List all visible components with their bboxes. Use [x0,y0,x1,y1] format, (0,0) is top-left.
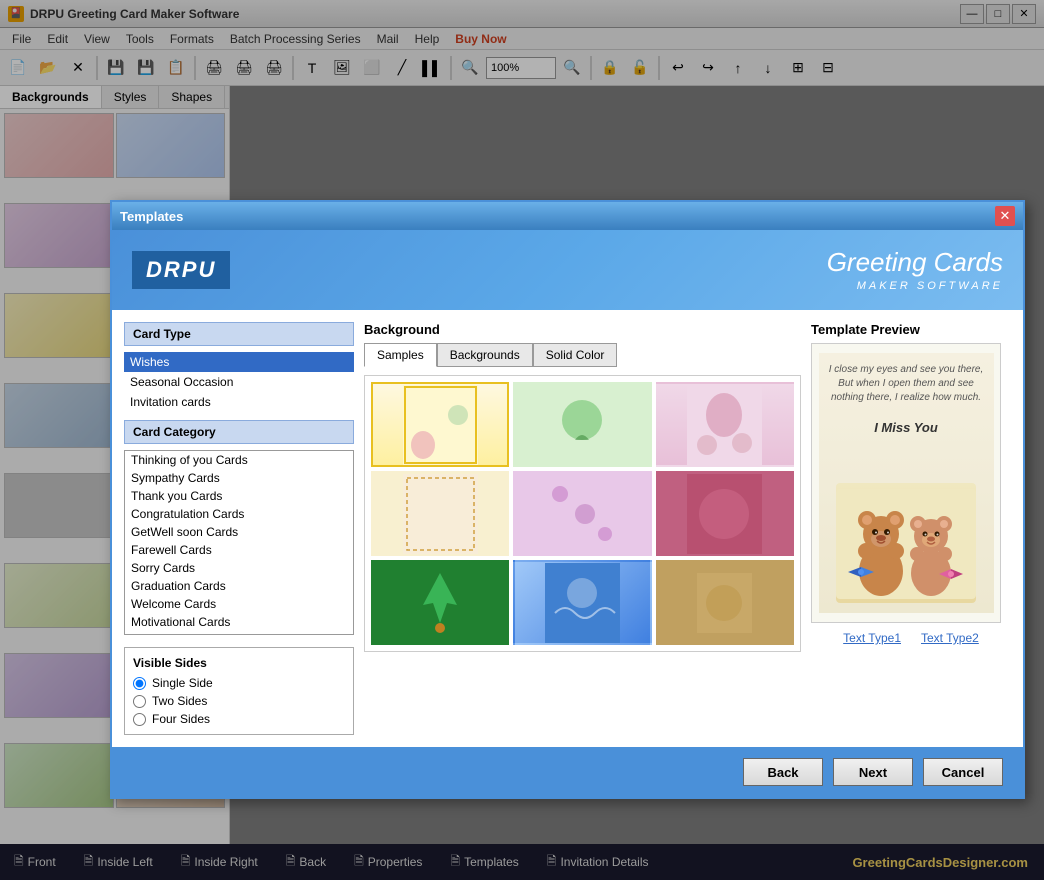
back-button[interactable]: Back [743,758,823,786]
bg-sample-8[interactable] [513,560,651,645]
card-type-invitation[interactable]: Invitation cards [124,392,354,412]
cat-sympathy[interactable]: Sympathy Cards [125,469,353,487]
template-preview-header: Template Preview [811,322,1011,337]
bg-sample-1[interactable] [371,382,509,467]
templates-dialog: Templates ✕ DRPU Greeting Cards MAKER SO… [110,200,1025,799]
preview-section: Template Preview I close my eyes and see… [811,322,1011,735]
card-category-header: Card Category [124,420,354,444]
bears-illustration [836,483,976,603]
dialog-body: Card Type Wishes Seasonal Occasion Invit… [112,310,1023,747]
cat-retirement[interactable]: Retirement Cards [125,631,353,635]
radio-single[interactable]: Single Side [133,676,345,690]
card-type-section: Card Type Wishes Seasonal Occasion Invit… [124,322,354,735]
dialog-title: Templates [120,209,995,224]
radio-two[interactable]: Two Sides [133,694,345,708]
greeting-logo: Greeting Cards MAKER SOFTWARE [827,247,1003,293]
dialog-close-button[interactable]: ✕ [995,206,1015,226]
card-type-wishes[interactable]: Wishes [124,352,354,372]
background-header: Background [364,322,801,337]
radio-four-input[interactable] [133,713,146,726]
preview-card: I close my eyes and see you there, But w… [819,353,994,613]
cancel-button[interactable]: Cancel [923,758,1003,786]
cat-thinking[interactable]: Thinking of you Cards [125,451,353,469]
text-type-2-link[interactable]: Text Type2 [921,631,979,645]
bg-sample-5[interactable] [513,471,651,556]
radio-single-input[interactable] [133,677,146,690]
dialog-header: DRPU Greeting Cards MAKER SOFTWARE [112,230,1023,310]
card-type-list: Wishes Seasonal Occasion Invitation card… [124,352,354,412]
dialog-titlebar: Templates ✕ [112,202,1023,230]
preview-text: I close my eyes and see you there, But w… [829,363,984,437]
radio-four-label: Four Sides [152,712,210,726]
visible-sides-header: Visible Sides [133,656,345,670]
cat-sorry[interactable]: Sorry Cards [125,559,353,577]
card-category-list: Thinking of you Cards Sympathy Cards Tha… [124,450,354,635]
bg-sample-6[interactable] [656,471,794,556]
text-type-1-link[interactable]: Text Type1 [843,631,901,645]
bg-sample-3[interactable] [656,382,794,467]
radio-group: Single Side Two Sides Four Sides [133,676,345,726]
next-button[interactable]: Next [833,758,913,786]
bg-tab-backgrounds[interactable]: Backgrounds [437,343,533,367]
cat-motivational[interactable]: Motivational Cards [125,613,353,631]
bg-sample-9[interactable] [656,560,794,645]
visible-sides-section: Visible Sides Single Side Two Sides F [124,647,354,735]
cat-thankyou[interactable]: Thank you Cards [125,487,353,505]
text-type-row: Text Type1 Text Type2 [811,631,1011,645]
bg-tab-samples[interactable]: Samples [364,343,437,367]
cat-graduation[interactable]: Graduation Cards [125,577,353,595]
bg-sample-4[interactable] [371,471,509,556]
bg-sample-7[interactable] [371,560,509,645]
radio-single-label: Single Side [152,676,213,690]
radio-two-label: Two Sides [152,694,207,708]
background-section: Background Samples Backgrounds Solid Col… [364,322,801,735]
dialog-overlay: Templates ✕ DRPU Greeting Cards MAKER SO… [0,0,1044,880]
cat-welcome[interactable]: Welcome Cards [125,595,353,613]
background-tabs: Samples Backgrounds Solid Color [364,343,801,367]
bears-svg [836,489,976,599]
cat-congratulation[interactable]: Congratulation Cards [125,505,353,523]
drpu-logo: DRPU [132,251,230,289]
bg-sample-2[interactable] [513,382,651,467]
bg-tab-solidcolor[interactable]: Solid Color [533,343,618,367]
cat-getwell[interactable]: GetWell soon Cards [125,523,353,541]
preview-box: I close my eyes and see you there, But w… [811,343,1001,623]
card-type-header: Card Type [124,322,354,346]
card-type-seasonal[interactable]: Seasonal Occasion [124,372,354,392]
radio-four[interactable]: Four Sides [133,712,345,726]
radio-two-input[interactable] [133,695,146,708]
background-grid [364,375,801,652]
dialog-footer: Back Next Cancel [112,747,1023,797]
card-category-section: Card Category Thinking of you Cards Symp… [124,420,354,635]
cat-farewell[interactable]: Farewell Cards [125,541,353,559]
